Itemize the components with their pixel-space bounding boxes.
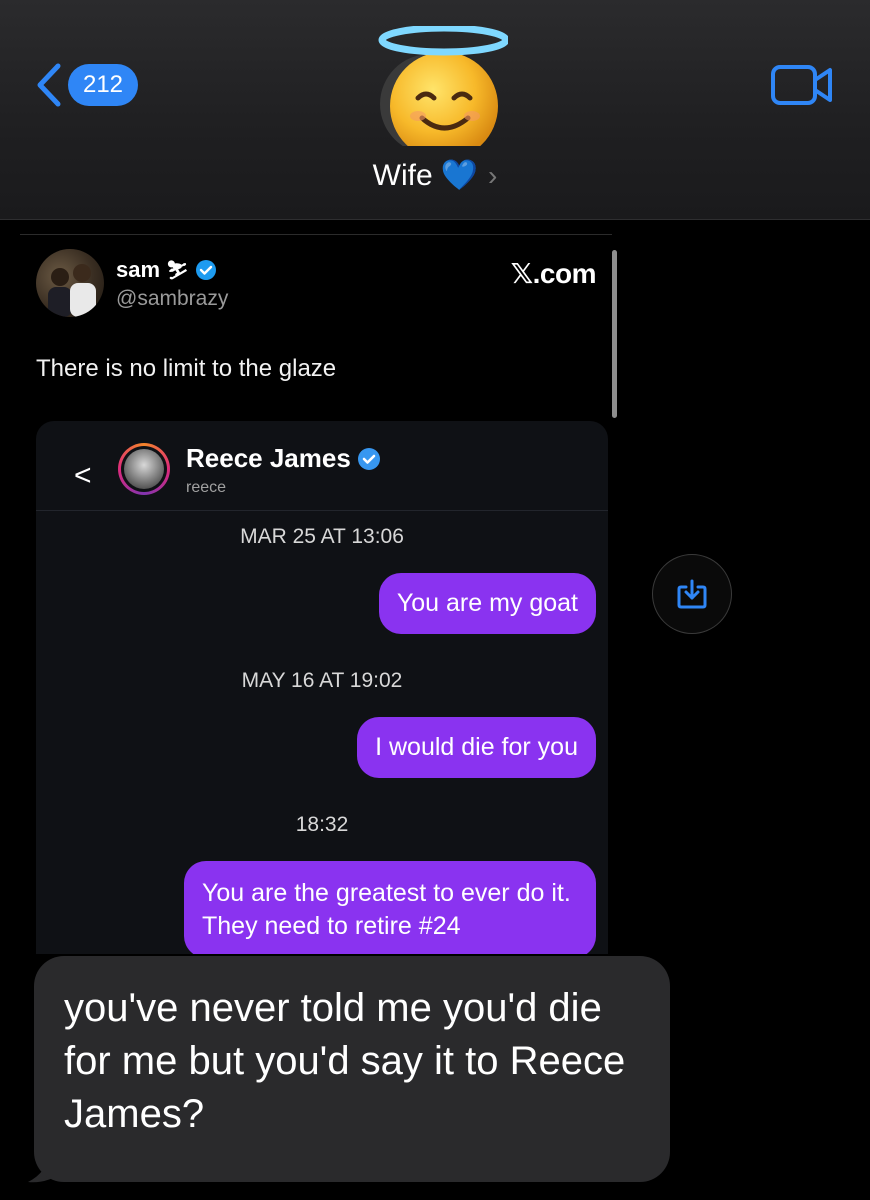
dm-timestamp: 18:32 <box>295 813 349 836</box>
dm-avatar <box>118 443 170 495</box>
dm-timestamp: MAY 16 AT 19:02 <box>241 669 403 692</box>
incoming-message-text: you've never told me you'd die for me bu… <box>64 986 626 1136</box>
contact-avatar[interactable] <box>378 24 510 160</box>
dm-sent-message: You are the greatest to ever do it. They… <box>184 861 596 954</box>
halo-emoji-icon <box>378 24 510 160</box>
tweet-author-avatar <box>36 249 104 317</box>
embedded-dm-screenshot: < Reece James reece MAR 25 AT 13:06 You … <box>36 421 608 954</box>
dm-back-icon: < <box>74 459 92 492</box>
verified-badge-icon <box>357 447 380 470</box>
avatar-photo-icon <box>48 264 96 317</box>
tweet-author-handle: @sambrazy <box>116 287 229 310</box>
incoming-message-bubble[interactable]: you've never told me you'd die for me bu… <box>34 956 670 1182</box>
back-button[interactable]: 212 <box>34 62 138 108</box>
download-tray-icon <box>677 579 707 609</box>
dm-sent-message: You are my goat <box>378 573 596 634</box>
dm-contact-username: reece <box>186 479 227 496</box>
blue-heart-emoji: 💙 <box>440 159 479 192</box>
source-label: 𝕏.com <box>510 258 597 289</box>
contact-name-label: Wife <box>372 158 433 192</box>
chevron-left-icon <box>37 63 61 107</box>
video-camera-icon <box>771 65 832 105</box>
verified-badge-icon <box>195 260 216 280</box>
dm-header: < Reece James reece <box>36 421 608 511</box>
skier-emoji-icon: ⛷ <box>166 259 189 280</box>
card-scrollbar[interactable] <box>612 250 617 418</box>
save-to-photos-button[interactable] <box>652 554 732 634</box>
dm-sent-message: I would die for you <box>357 717 596 778</box>
tweet-author-name: sam <box>116 257 161 282</box>
unread-count-badge: 212 <box>68 64 138 106</box>
dm-contact-name: Reece James <box>186 443 351 473</box>
tweet-preview-card[interactable]: sam ⛷ @sambrazy 𝕏.com There is no limit … <box>20 234 612 954</box>
chevron-right-icon: › <box>488 159 498 191</box>
tweet-author: sam ⛷ @sambrazy <box>116 257 228 311</box>
facetime-video-button[interactable] <box>770 64 834 111</box>
tweet-text: There is no limit to the glaze <box>36 355 337 382</box>
dm-timestamp: MAR 25 AT 13:06 <box>240 525 404 548</box>
chat-header: 212 Wife 💙 › <box>0 0 870 220</box>
contact-name[interactable]: Wife 💙 › <box>0 158 870 193</box>
